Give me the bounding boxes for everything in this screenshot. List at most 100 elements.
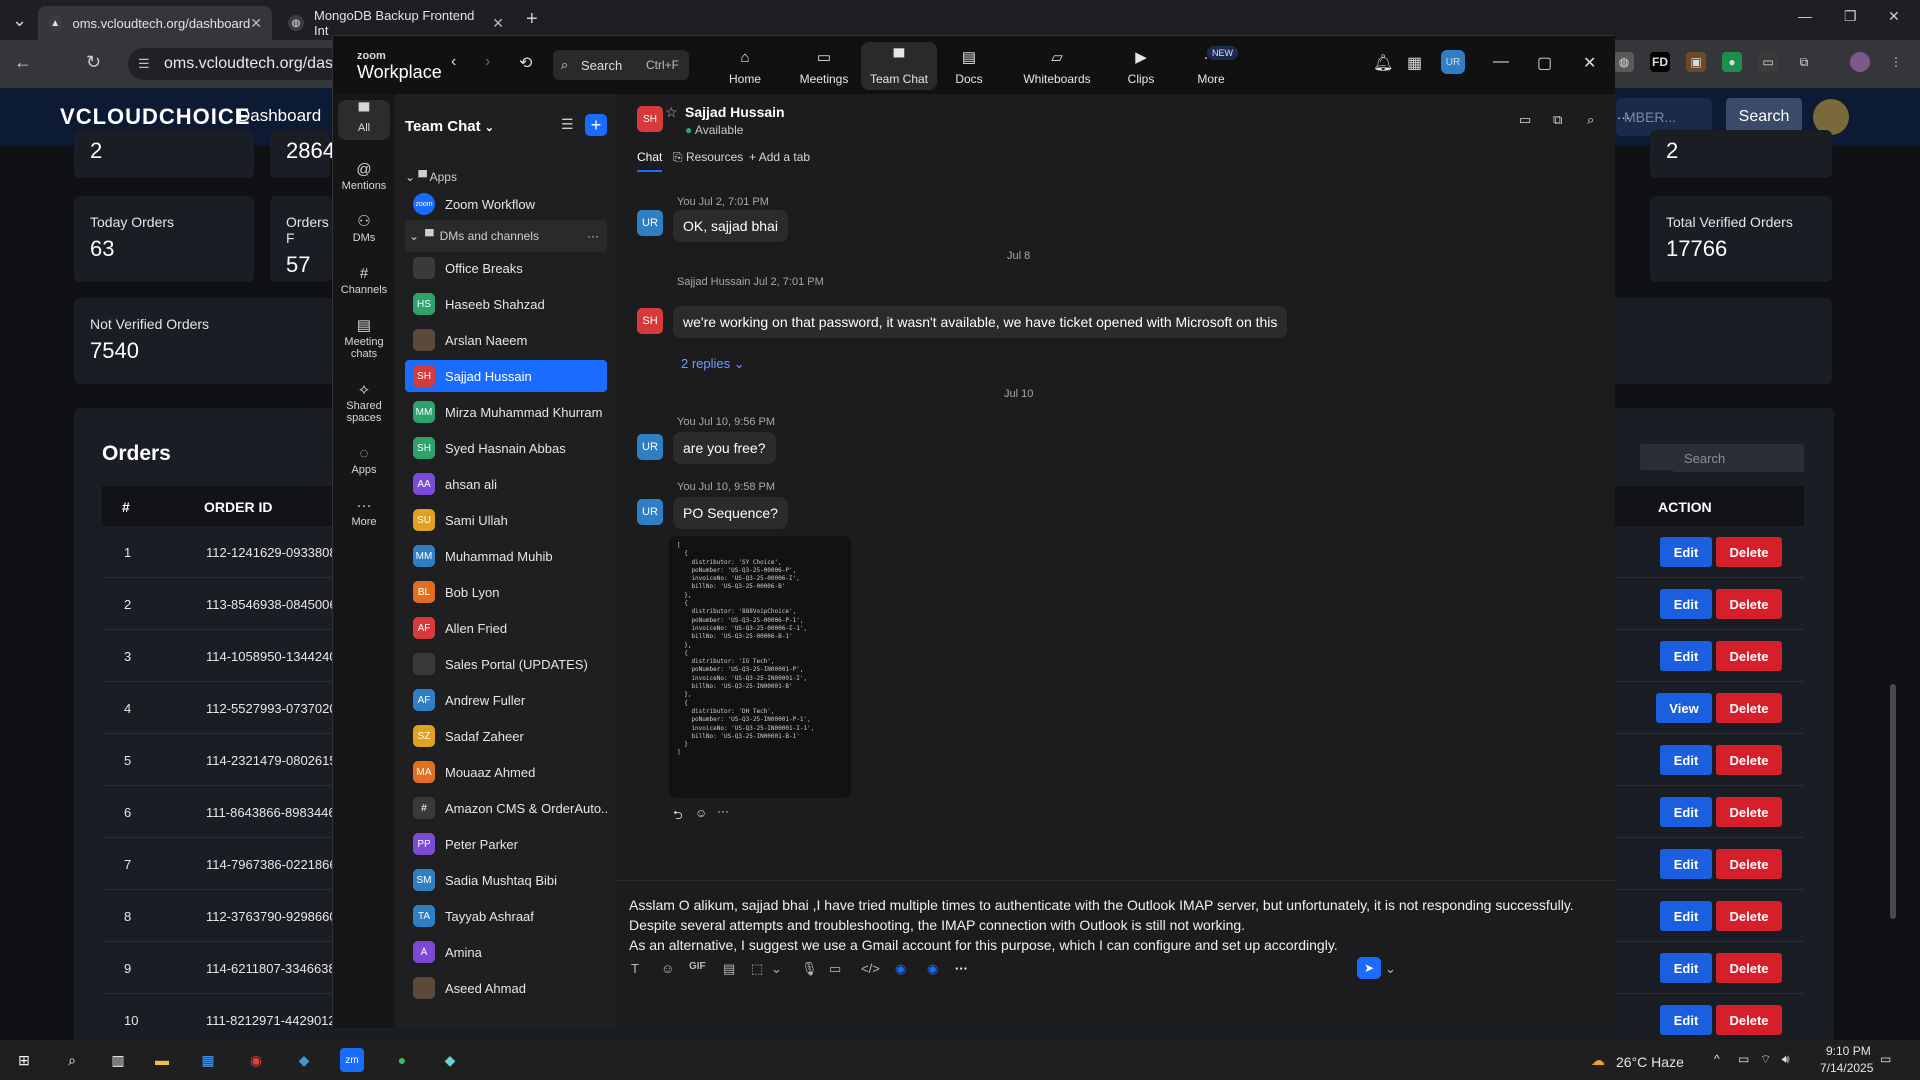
microphone-icon[interactable]: 🎙︎ (801, 961, 818, 977)
edit-button[interactable]: Edit (1660, 537, 1712, 567)
extension-image-icon[interactable]: ▣ (1686, 52, 1706, 72)
list-item[interactable]: TA Tayyab Ashraaf (405, 900, 607, 932)
edit-button[interactable]: Edit (1660, 745, 1712, 775)
tab-add[interactable]: + Add a tab (749, 150, 810, 164)
edit-button[interactable]: Edit (1660, 901, 1712, 931)
app-shortcut-icon[interactable]: ◉ (927, 961, 938, 977)
file-explorer-icon[interactable]: ▬ (150, 1048, 174, 1072)
list-item[interactable]: HS Haseeb Shahzad (405, 288, 607, 320)
back-chevron-icon[interactable]: ‹ (451, 53, 456, 71)
rail-more[interactable]: ··· More (338, 498, 390, 528)
extension-globe-icon[interactable]: ◍ (1614, 52, 1634, 72)
dms-section-header[interactable]: ⌄ ▀ DMs and channels ··· (405, 220, 607, 252)
nav-dashboard-link[interactable]: Dashboard (238, 106, 321, 126)
list-item[interactable]: SM Sadia Mushtaq Bibi (405, 864, 607, 896)
chevron-down-icon[interactable]: ⌄ (771, 961, 782, 977)
nav-home[interactable]: ⌂ Home (717, 42, 773, 90)
browser-profile-avatar[interactable] (1850, 52, 1870, 72)
close-tab-icon[interactable]: ✕ (492, 15, 504, 32)
address-bar[interactable]: ☰ oms.vcloudtech.org/dashbo (128, 48, 360, 80)
browser-tab-active[interactable]: ▲ oms.vcloudtech.org/dashboard ✕ (38, 6, 272, 40)
list-item[interactable]: MM Mirza Muhammad Khurram (405, 396, 607, 428)
nav-clips[interactable]: ▶ Clips (1113, 42, 1169, 90)
reload-icon[interactable]: ↻ (86, 52, 101, 73)
list-item[interactable]: AF Allen Fried (405, 612, 607, 644)
tab-resources[interactable]: ⎘ Resources (673, 150, 743, 165)
forward-chevron-icon[interactable]: › (485, 53, 490, 71)
tab-list-chevron-icon[interactable]: ⌄ (12, 10, 27, 31)
reply-icon[interactable]: ⮌ (673, 806, 683, 827)
new-tab-plus-icon[interactable]: + (526, 8, 538, 31)
tray-volume-icon[interactable]: 🔊︎ (1782, 1052, 1790, 1067)
gif-button[interactable]: GIF (689, 961, 706, 972)
chrome-icon[interactable]: ◉ (244, 1048, 268, 1072)
edit-button[interactable]: Edit (1660, 849, 1712, 879)
view-button[interactable]: View (1656, 693, 1712, 723)
app-logo[interactable]: VCLOUDCHOICE (60, 104, 250, 130)
zoom-profile-avatar[interactable]: UR (1441, 50, 1465, 74)
rail-channels[interactable]: # Channels (338, 266, 390, 296)
delete-button[interactable]: Delete (1716, 901, 1782, 931)
contact-name[interactable]: Sajjad Hussain (685, 104, 785, 120)
browser-close-icon[interactable]: ✕ (1888, 8, 1900, 25)
delete-button[interactable]: Delete (1716, 1005, 1782, 1035)
message-bubble[interactable]: we're working on that password, it wasn'… (673, 306, 1288, 338)
delete-button[interactable]: Delete (1716, 693, 1782, 723)
apps-section-header[interactable]: ⌄ ▀ Apps (405, 170, 457, 184)
send-button[interactable]: ➤ (1357, 957, 1381, 979)
screen-share-icon[interactable]: ⧉ (1553, 112, 1562, 128)
message-bubble[interactable]: are you free? (673, 432, 776, 464)
compose-input[interactable]: Asslam O alikum, sajjad bhai ,I have tri… (629, 895, 1589, 955)
chat-more-icon[interactable]: ··· (1617, 110, 1630, 125)
code-block-icon[interactable]: </> (861, 961, 880, 976)
site-info-icon[interactable]: ☰ (138, 56, 150, 72)
format-text-icon[interactable]: T (631, 961, 639, 976)
delete-button[interactable]: Delete (1716, 953, 1782, 983)
tab-chat[interactable]: Chat (637, 150, 663, 172)
history-icon[interactable]: ⟲ (519, 53, 532, 73)
extension-fd-icon[interactable]: FD (1650, 52, 1670, 72)
rail-all[interactable]: ▀ All (338, 100, 390, 140)
list-item[interactable]: # Amazon CMS & OrderAuto... (405, 792, 607, 824)
tray-network-icon[interactable]: ▭ (1738, 1052, 1749, 1066)
clock-time[interactable]: 9:10 PM (1826, 1044, 1871, 1058)
tray-chevron-icon[interactable]: ^ (1714, 1052, 1720, 1066)
list-item[interactable]: A Amina (405, 936, 607, 968)
team-chat-heading[interactable]: Team Chat ⌄ (405, 118, 494, 135)
nav-whiteboards[interactable]: ▱ Whiteboards (1009, 42, 1105, 90)
edit-button[interactable]: Edit (1660, 641, 1712, 671)
extension-green-icon[interactable]: ● (1722, 52, 1742, 72)
message-avatar[interactable]: UR (637, 210, 663, 236)
tray-wifi-icon[interactable]: ⌔ (1760, 1052, 1771, 1067)
rail-dms[interactable]: ⚇ DMs (338, 214, 390, 244)
vscode-icon[interactable]: ◆ (292, 1048, 316, 1072)
video-call-icon[interactable]: ▭ (1519, 112, 1531, 128)
close-icon[interactable]: ✕ (1583, 53, 1596, 73)
message-avatar[interactable]: UR (637, 434, 663, 460)
edit-button[interactable]: Edit (1660, 1005, 1712, 1035)
list-item[interactable]: SH Sajjad Hussain (405, 360, 607, 392)
edit-button[interactable]: Edit (1660, 589, 1712, 619)
maximize-icon[interactable]: ▢ (1537, 53, 1552, 73)
message-bubble[interactable]: PO Sequence? (673, 497, 788, 529)
list-item[interactable]: Aseed Ahmad (405, 972, 607, 1004)
delete-button[interactable]: Delete (1716, 745, 1782, 775)
compose-area[interactable]: Asslam O alikum, sajjad bhai ,I have tri… (617, 880, 1615, 984)
screenshot-icon[interactable]: ⬚ (751, 961, 763, 977)
list-item[interactable]: SZ Sadaf Zaheer (405, 720, 607, 752)
extensions-puzzle-icon[interactable]: ⧉ (1794, 52, 1814, 72)
orders-search-input[interactable]: Search (1672, 444, 1804, 472)
video-message-icon[interactable]: ▭ (829, 961, 841, 977)
rail-shared-spaces[interactable]: ⟡ Shared spaces (338, 382, 390, 424)
edit-button[interactable]: Edit (1660, 797, 1712, 827)
message-bubble[interactable]: OK, sajjad bhai (673, 210, 788, 242)
list-item[interactable]: Arslan Naeem (405, 324, 607, 356)
chat-scrollbar[interactable] (1890, 684, 1896, 919)
notifications-bell-icon[interactable]: 🔔︎ (1373, 53, 1393, 73)
delete-button[interactable]: Delete (1716, 537, 1782, 567)
search-icon[interactable]: ⌕ (1587, 112, 1594, 128)
nav-team-chat[interactable]: ▀ Team Chat (861, 42, 937, 90)
list-item[interactable]: Office Breaks (405, 252, 607, 284)
list-item[interactable]: Sales Portal (UPDATES) (405, 648, 607, 680)
notifications-icon[interactable]: ▭ (1880, 1052, 1891, 1066)
